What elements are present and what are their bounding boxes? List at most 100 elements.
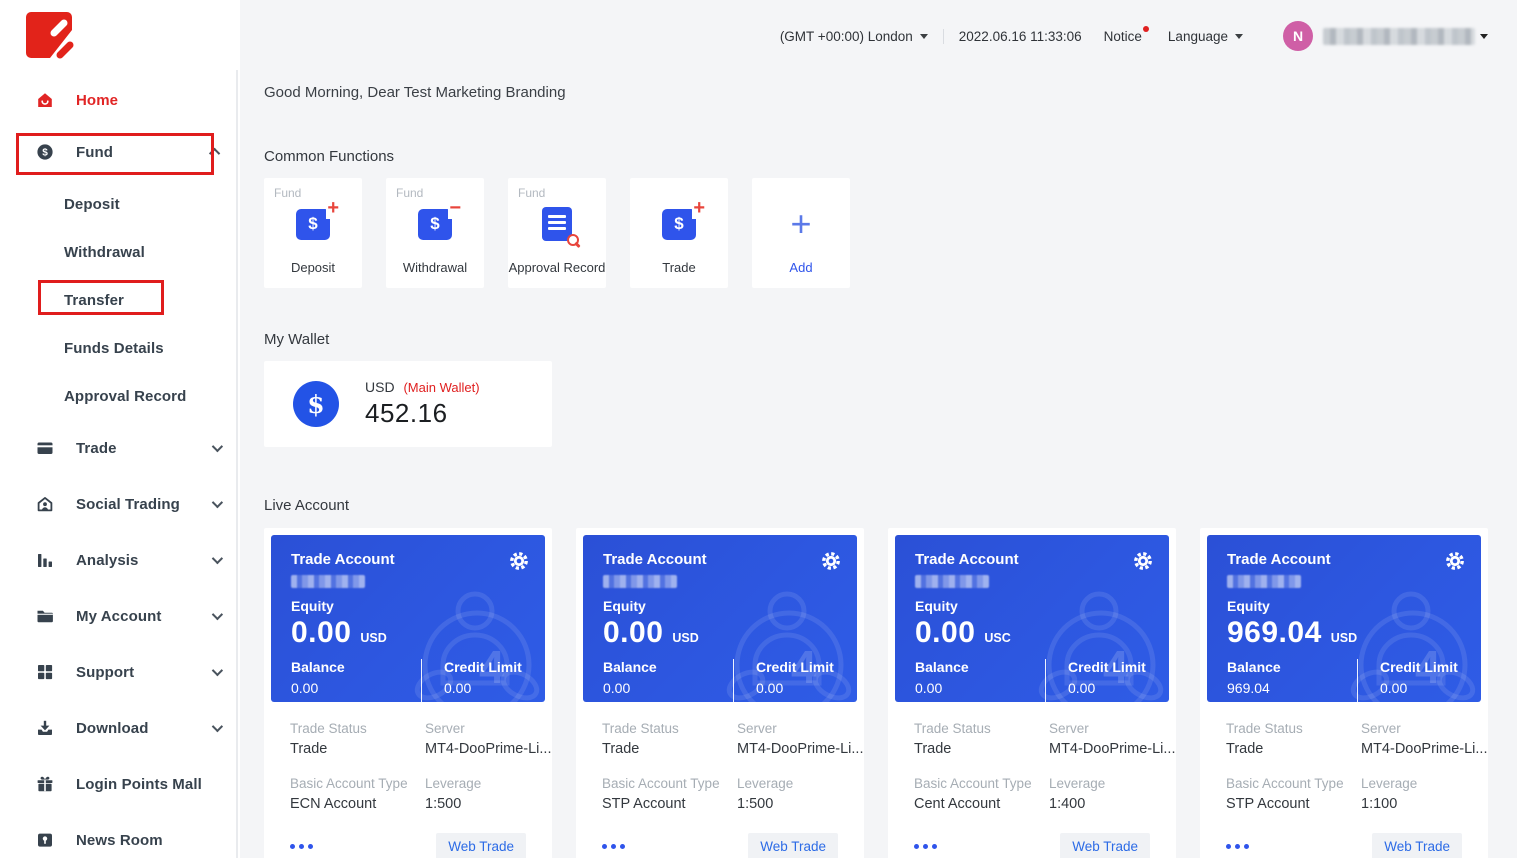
more-actions-button[interactable]: [602, 844, 625, 849]
home-icon: [36, 91, 54, 109]
balance-value: 969.04: [1227, 680, 1357, 696]
gear-icon[interactable]: [821, 551, 841, 571]
equity-label: Equity: [1227, 598, 1465, 614]
live-account-row: Trade Account Equity 0.00 USD Balance 0.…: [264, 528, 1488, 858]
gear-icon[interactable]: [1133, 551, 1153, 571]
notice-button[interactable]: Notice: [1104, 29, 1142, 44]
sidebar-item-label: Download: [76, 720, 148, 737]
social-trading-icon: [36, 495, 54, 513]
balance-value: 0.00: [915, 680, 1045, 696]
magnifier-icon: [567, 234, 579, 246]
gear-icon[interactable]: [509, 551, 529, 571]
sidebar-item-fund[interactable]: $ Fund: [0, 124, 240, 180]
web-trade-button[interactable]: Web Trade: [436, 833, 526, 858]
language-selector[interactable]: Language: [1168, 29, 1243, 44]
web-trade-button[interactable]: Web Trade: [748, 833, 838, 858]
server-label: Server: [737, 721, 864, 736]
chevron-down-icon: [212, 497, 223, 508]
more-actions-button[interactable]: [290, 844, 313, 849]
sidebar-item-trade[interactable]: Trade: [0, 420, 240, 476]
balance-label: Balance: [915, 659, 1045, 675]
download-icon: [36, 719, 54, 737]
balance-value: 0.00: [291, 680, 421, 696]
sidebar-item-deposit[interactable]: Deposit: [0, 180, 240, 228]
main-wallet-tag: (Main Wallet): [403, 380, 479, 395]
card-label: Withdrawal: [403, 260, 467, 275]
live-account-title: Live Account: [264, 497, 1488, 514]
web-trade-button[interactable]: Web Trade: [1060, 833, 1150, 858]
sidebar-item-withdrawal[interactable]: Withdrawal: [0, 228, 240, 276]
server-value: MT4-DooPrime-Li...: [425, 741, 552, 757]
leverage-label: Leverage: [737, 776, 793, 791]
card-label: Deposit: [291, 260, 335, 275]
common-function-withdrawal-card[interactable]: Fund − Withdrawal: [386, 178, 484, 288]
sidebar: Home $ Fund Deposit Withdrawal Transfer …: [0, 0, 240, 858]
common-function-trade-card[interactable]: + Trade: [630, 178, 728, 288]
sidebar-nav: Home $ Fund Deposit Withdrawal Transfer …: [0, 76, 240, 858]
more-actions-button[interactable]: [914, 844, 937, 849]
common-functions-title: Common Functions: [264, 148, 1488, 165]
support-grid-icon: [36, 663, 54, 681]
news-room-pin-icon: [36, 831, 54, 849]
chevron-down-icon: [212, 665, 223, 676]
language-label: Language: [1168, 29, 1228, 44]
add-function-card[interactable]: + Add: [752, 178, 850, 288]
sidebar-item-label: Transfer: [64, 292, 124, 309]
brand-logo[interactable]: [0, 0, 240, 76]
equity-label: Equity: [915, 598, 1153, 614]
leverage-label: Leverage: [425, 776, 481, 791]
trade-status-label: Trade Status: [1226, 721, 1361, 736]
svg-text:$: $: [42, 148, 48, 159]
more-actions-button[interactable]: [1226, 844, 1249, 849]
leverage-label: Leverage: [1361, 776, 1417, 791]
wallet-card: $ USD (Main Wallet) 452.16: [264, 361, 552, 447]
sidebar-item-label: Funds Details: [64, 340, 164, 357]
user-menu[interactable]: [1323, 28, 1488, 45]
sidebar-item-analysis[interactable]: Analysis: [0, 532, 240, 588]
avatar[interactable]: N: [1283, 21, 1313, 51]
trade-status-value: Trade: [914, 741, 1049, 757]
common-function-approval-record-card[interactable]: Fund Approval Record: [508, 178, 606, 288]
trade-account-title: Trade Account: [1227, 551, 1331, 568]
common-function-deposit-card[interactable]: Fund + Deposit: [264, 178, 362, 288]
credit-limit-label: Credit Limit: [444, 659, 522, 675]
equity-currency: USC: [984, 631, 1010, 645]
account-type-value: STP Account: [602, 796, 737, 812]
sidebar-item-label: Home: [76, 92, 118, 109]
sidebar-item-news-room[interactable]: News Room: [0, 812, 240, 858]
divider: [943, 29, 944, 44]
sidebar-item-login-points-mall[interactable]: Login Points Mall: [0, 756, 240, 812]
sidebar-item-download[interactable]: Download: [0, 700, 240, 756]
account-summary-panel: Trade Account Equity 0.00 USD Balance 0.…: [271, 535, 545, 702]
chevron-down-icon: [1480, 34, 1488, 39]
leverage-value: 1:500: [737, 796, 793, 812]
fund-dollar-icon: $: [36, 143, 54, 161]
chevron-down-icon: [920, 34, 928, 39]
server-value: MT4-DooPrime-Li...: [737, 741, 864, 757]
leverage-label: Leverage: [1049, 776, 1105, 791]
sidebar-item-transfer[interactable]: Transfer: [0, 276, 240, 324]
credit-limit-label: Credit Limit: [1380, 659, 1458, 675]
timezone-selector[interactable]: (GMT +00:00) London: [780, 29, 928, 44]
timezone-label: (GMT +00:00) London: [780, 29, 913, 44]
sidebar-item-approval-record[interactable]: Approval Record: [0, 372, 240, 420]
doo-prime-logo-icon: [24, 10, 78, 66]
server-value: MT4-DooPrime-Li...: [1361, 741, 1488, 757]
sidebar-item-funds-details[interactable]: Funds Details: [0, 324, 240, 372]
leverage-value: 1:500: [425, 796, 481, 812]
sidebar-item-support[interactable]: Support: [0, 644, 240, 700]
credit-limit-value: 0.00: [1380, 680, 1458, 696]
account-number-blurred: [291, 575, 365, 588]
wallet-dollar-icon: $: [293, 381, 339, 427]
sidebar-item-social-trading[interactable]: Social Trading: [0, 476, 240, 532]
web-trade-button[interactable]: Web Trade: [1372, 833, 1462, 858]
sidebar-item-label: Support: [76, 664, 134, 681]
my-wallet-title: My Wallet: [264, 331, 1488, 348]
sidebar-item-my-account[interactable]: My Account: [0, 588, 240, 644]
user-name-blurred: [1323, 28, 1475, 45]
account-summary-panel: Trade Account Equity 0.00 USD Balance 0.…: [583, 535, 857, 702]
sidebar-item-home[interactable]: Home: [0, 76, 240, 124]
gear-icon[interactable]: [1445, 551, 1465, 571]
equity-currency: USD: [1331, 631, 1357, 645]
sidebar-item-label: Login Points Mall: [76, 776, 202, 793]
